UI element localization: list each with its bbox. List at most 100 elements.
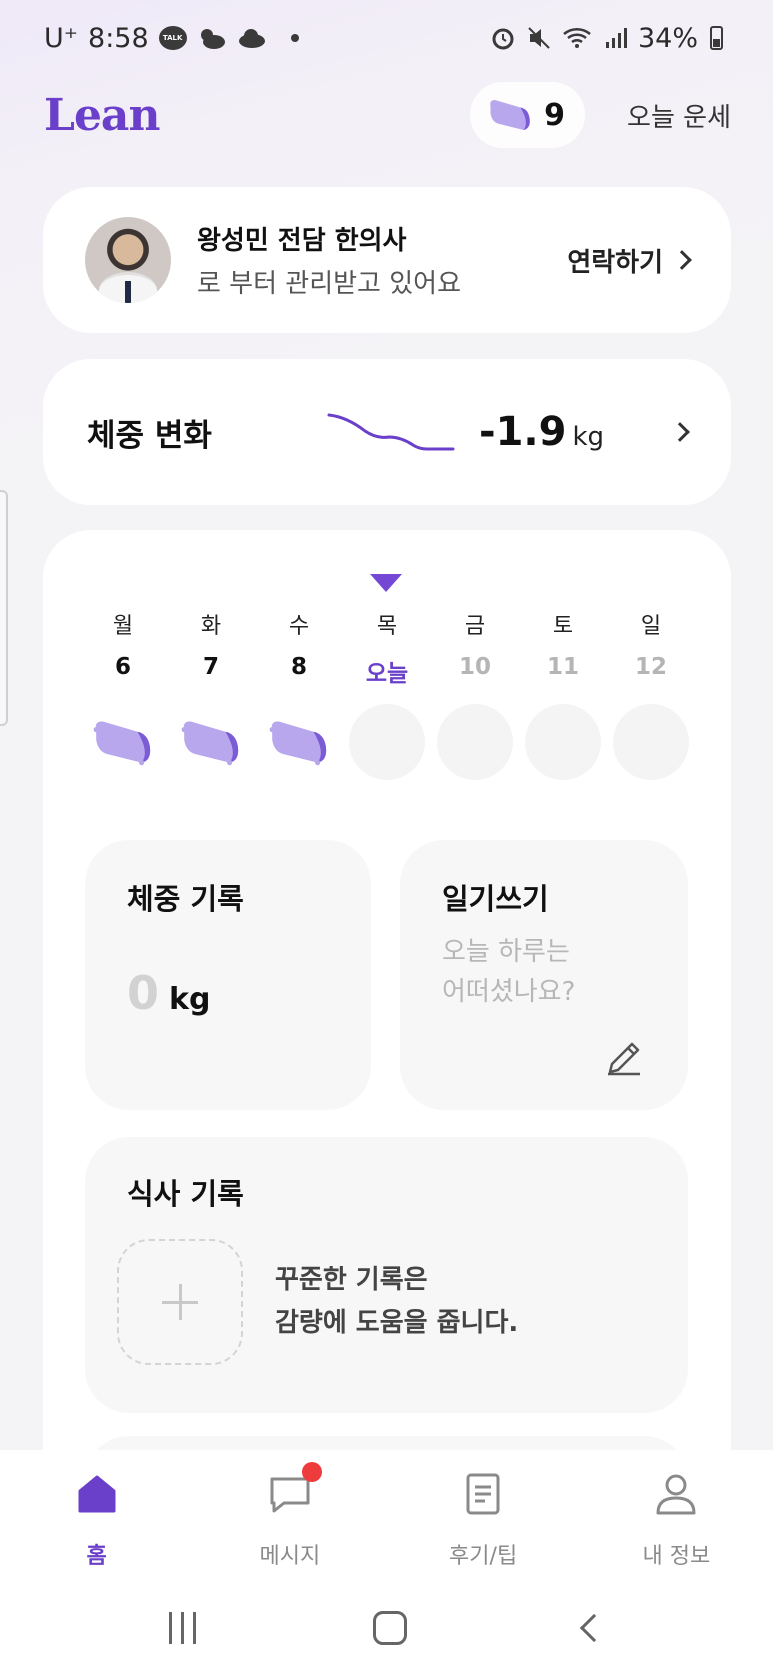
person-icon xyxy=(652,1470,700,1518)
daily-card: 월 6 화 7 수 8 목 오늘 금 10 토 11 일 12 체중 기록 0 kg 일기쓰기 오늘 하루… xyxy=(43,530,731,1556)
weight-record-unit: kg xyxy=(169,982,211,1017)
diary-placeholder-line1: 오늘 하루는 xyxy=(442,937,570,967)
notification-badge xyxy=(301,1462,322,1482)
bottom-tab-bar: 홈 메시지 후기/팁 내 정보 xyxy=(0,1450,773,1580)
weekday-label: 수 xyxy=(288,614,310,639)
app-header: Lean 9 오늘 운세 xyxy=(44,80,731,150)
calendar-day[interactable]: 일 12 xyxy=(613,608,689,780)
tab-home[interactable]: 홈 xyxy=(37,1470,157,1570)
contact-label: 연락하기 xyxy=(567,247,663,278)
day-number: 6 xyxy=(114,654,131,680)
pillow-counter[interactable]: 9 xyxy=(470,82,586,148)
weekday-label: 일 xyxy=(640,614,662,639)
empty-day-slot xyxy=(525,704,601,780)
meal-add-row: 꾸준한 기록은 감량에 도움을 줍니다. xyxy=(117,1239,646,1365)
week-calendar: 월 6 화 7 수 8 목 오늘 금 10 토 11 일 12 xyxy=(85,608,689,780)
pillow-icon xyxy=(85,704,161,780)
doctor-name: 왕성민 전담 한의사 xyxy=(197,226,407,256)
tab-message-label: 메시지 xyxy=(259,1544,321,1569)
carrier-label: U⁺ xyxy=(44,22,79,54)
day-number: 오늘 xyxy=(365,661,409,687)
weekday-label: 목 xyxy=(376,614,398,639)
cloud-icon xyxy=(238,29,265,48)
diary-title: 일기쓰기 xyxy=(442,882,549,916)
day-number: 10 xyxy=(458,654,491,680)
status-bar: U⁺ 8:58 TALK 34% xyxy=(44,18,723,58)
system-nav-bar xyxy=(0,1580,773,1675)
day-number: 8 xyxy=(290,654,307,680)
tab-profile-label: 내 정보 xyxy=(642,1544,711,1569)
edge-panel-handle[interactable] xyxy=(0,490,8,726)
calendar-day[interactable]: 토 11 xyxy=(525,608,601,780)
weight-trend-sparkline xyxy=(327,413,455,451)
meal-message-line1: 꾸준한 기록은 xyxy=(275,1265,428,1295)
weight-record-number: 0 xyxy=(127,966,160,1020)
header-actions: 9 오늘 운세 xyxy=(470,82,731,148)
meal-message-line2: 감량에 도움을 줍니다. xyxy=(275,1308,519,1338)
fortune-link[interactable]: 오늘 운세 xyxy=(627,97,731,134)
app-logo: Lean xyxy=(44,89,160,141)
chevron-right-icon xyxy=(672,250,692,270)
diary-placeholder: 오늘 하루는 어떠셨나요? xyxy=(442,932,646,1012)
weather-icon xyxy=(200,29,225,49)
day-number: 7 xyxy=(202,654,219,680)
weekday-label: 월 xyxy=(112,614,134,639)
home-icon xyxy=(73,1470,121,1518)
notification-dot-icon xyxy=(290,34,299,42)
add-meal-button[interactable] xyxy=(117,1239,243,1365)
calendar-day[interactable]: 수8 xyxy=(261,608,337,780)
mute-icon xyxy=(528,27,550,49)
tab-profile[interactable]: 내 정보 xyxy=(616,1470,736,1570)
weight-change-value: -1.9 kg xyxy=(479,409,604,455)
pillow-icon xyxy=(261,704,337,780)
empty-day-slot xyxy=(437,704,513,780)
weekday-label: 화 xyxy=(200,614,222,639)
pillow-icon xyxy=(490,100,530,130)
plus-icon xyxy=(162,1284,198,1320)
home-button[interactable] xyxy=(372,1610,407,1645)
empty-day-slot xyxy=(613,704,689,780)
recent-apps-button[interactable] xyxy=(168,1611,196,1644)
calendar-day[interactable]: 금 10 xyxy=(437,608,513,780)
tab-reviews[interactable]: 후기/팁 xyxy=(423,1470,543,1570)
calendar-day[interactable]: 월6 xyxy=(85,608,161,780)
pillow-count: 9 xyxy=(544,97,566,133)
weight-record-tile[interactable]: 체중 기록 0 kg xyxy=(85,840,371,1110)
pillow-icon xyxy=(173,704,249,780)
tab-message[interactable]: 메시지 xyxy=(230,1462,350,1570)
weight-record-title: 체중 기록 xyxy=(127,882,244,916)
day-number: 12 xyxy=(634,654,667,680)
kakaotalk-icon: TALK xyxy=(158,26,187,50)
alarm-icon xyxy=(492,28,514,50)
battery-icon xyxy=(710,26,723,50)
calendar-day[interactable]: 화7 xyxy=(173,608,249,780)
empty-day-slot xyxy=(349,704,425,780)
weight-change-title: 체중 변화 xyxy=(87,417,212,454)
signal-icon xyxy=(605,28,627,48)
wifi-icon xyxy=(563,27,591,48)
today-marker-icon xyxy=(370,574,402,592)
meal-message: 꾸준한 기록은 감량에 도움을 줍니다. xyxy=(275,1259,518,1345)
back-button[interactable] xyxy=(580,1613,609,1642)
calendar-day[interactable]: 목오늘 xyxy=(349,608,425,780)
doctor-subtitle: 로 부터 관리받고 있어요 xyxy=(197,269,461,299)
clock: 8:58 xyxy=(88,22,149,54)
contact-button[interactable]: 연락하기 xyxy=(567,242,692,279)
weekday-label: 금 xyxy=(464,614,486,639)
doctor-avatar xyxy=(85,217,171,303)
tab-reviews-label: 후기/팁 xyxy=(449,1544,518,1569)
weekday-label: 토 xyxy=(552,614,574,639)
meal-record-tile: 식사 기록 꾸준한 기록은 감량에 도움을 줍니다. xyxy=(85,1137,688,1413)
diary-tile[interactable]: 일기쓰기 오늘 하루는 어떠셨나요? xyxy=(400,840,688,1110)
diary-placeholder-line2: 어떠셨나요? xyxy=(442,977,576,1007)
doctor-card[interactable]: 왕성민 전담 한의사 로 부터 관리받고 있어요 연락하기 xyxy=(43,187,731,333)
weight-change-number: -1.9 xyxy=(479,409,567,455)
weight-change-unit: kg xyxy=(572,422,605,452)
status-right: 34% xyxy=(490,23,723,54)
message-icon xyxy=(266,1462,322,1518)
weight-change-card[interactable]: 체중 변화 -1.9 kg xyxy=(43,359,731,505)
pencil-icon[interactable] xyxy=(604,1038,644,1078)
day-number: 11 xyxy=(546,654,579,680)
chevron-right-icon xyxy=(670,422,690,442)
document-icon xyxy=(459,1470,507,1518)
